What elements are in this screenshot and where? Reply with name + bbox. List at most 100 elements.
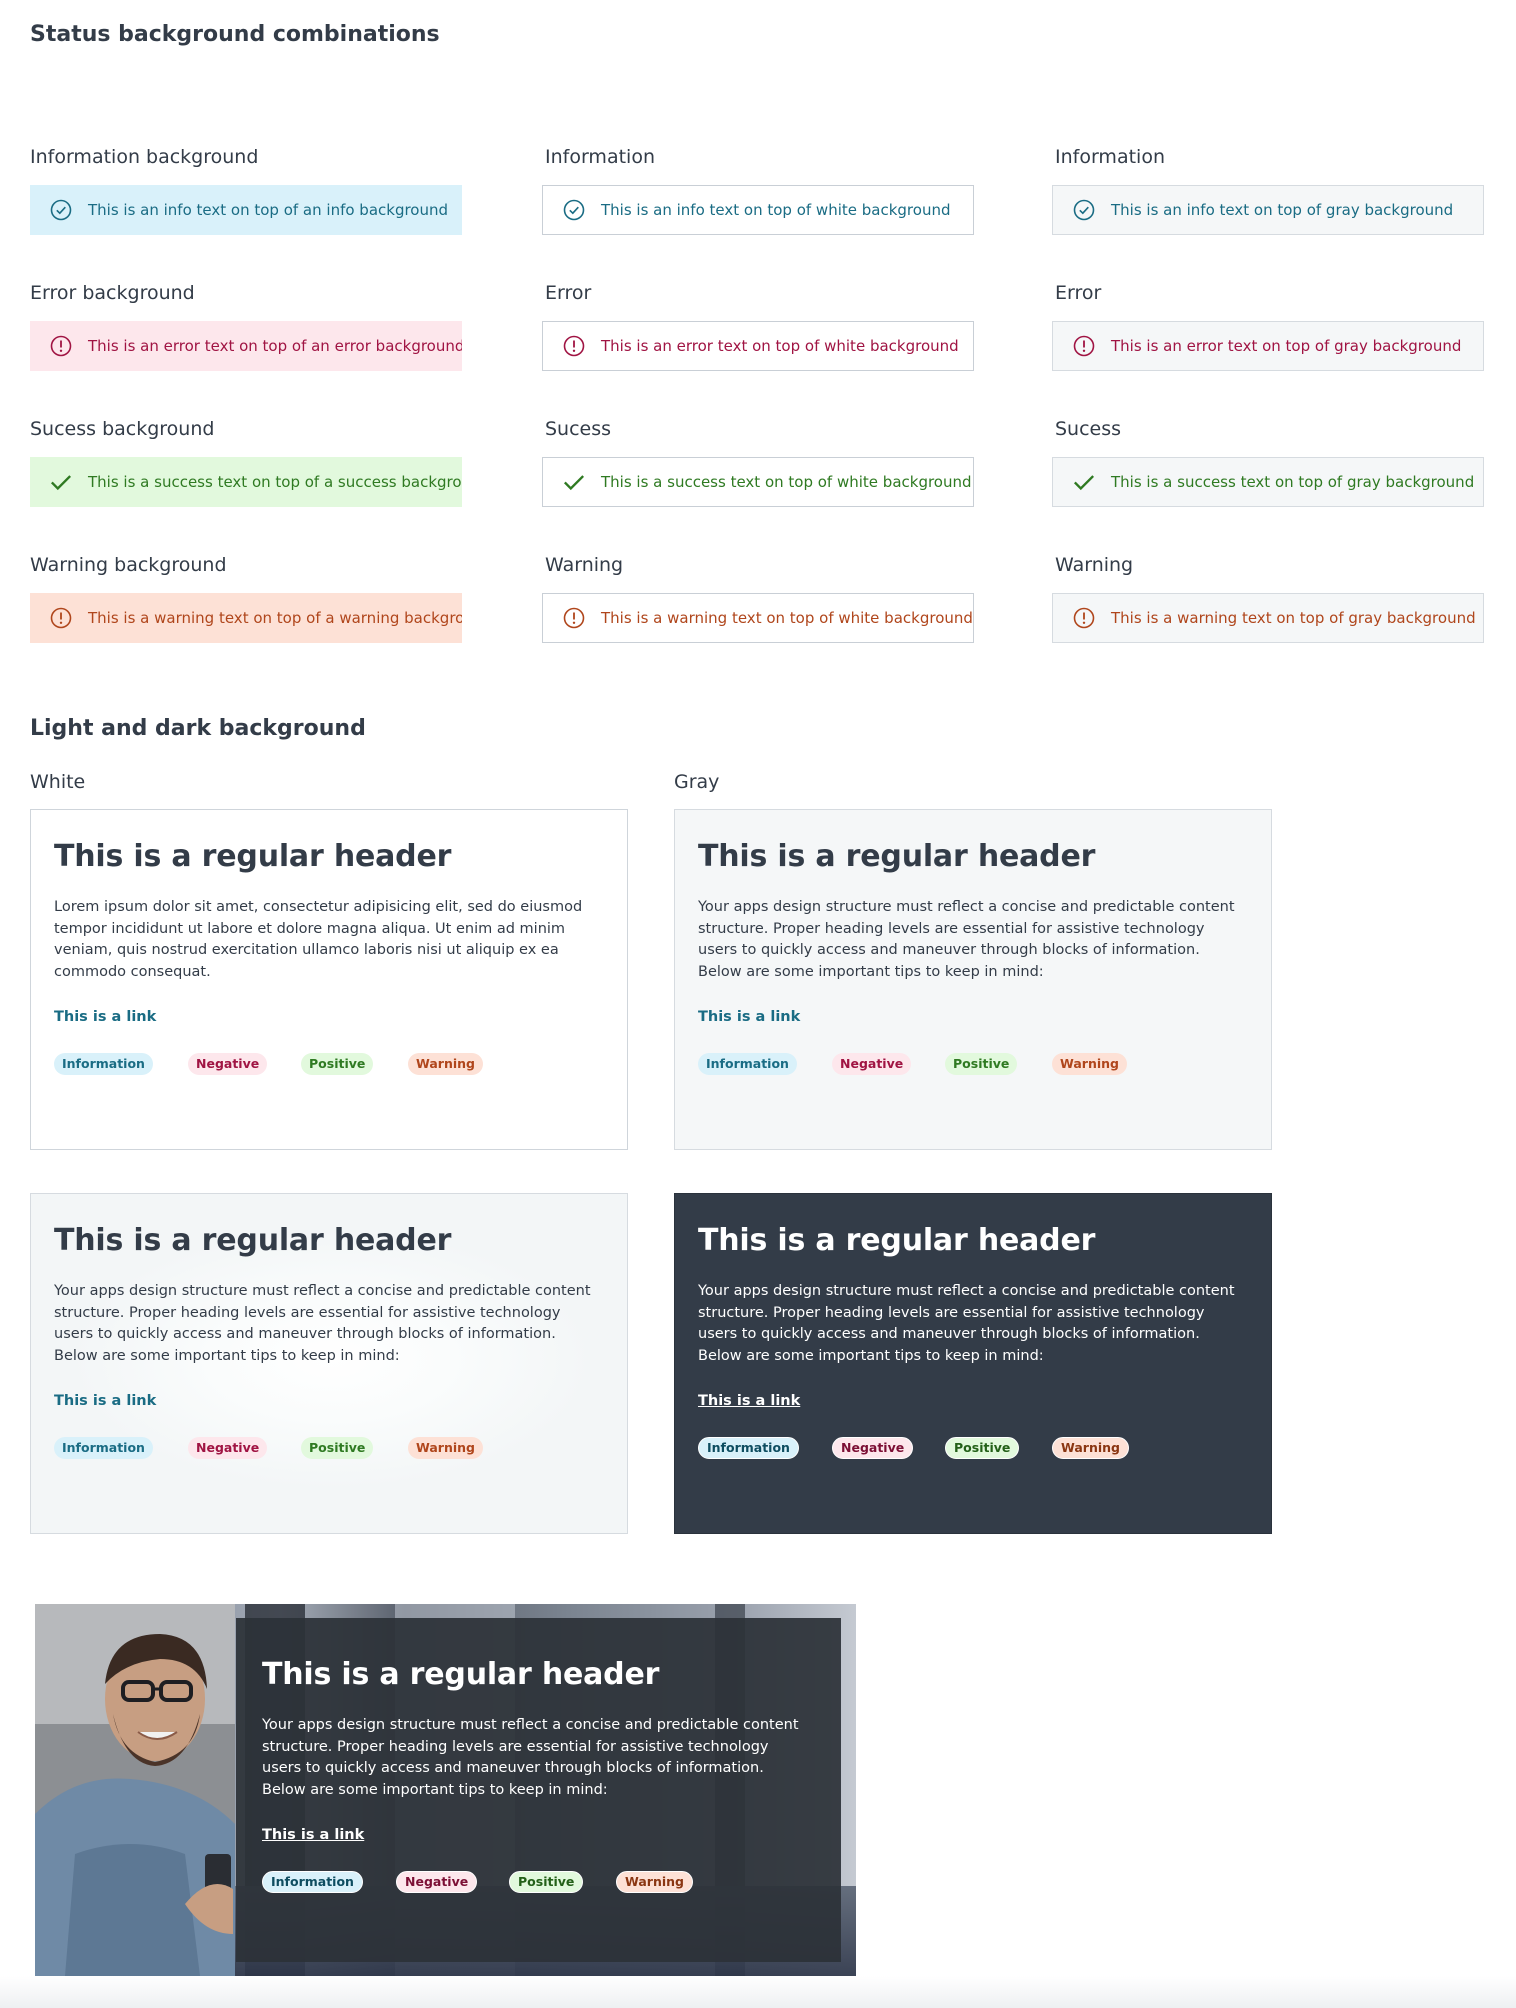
- alert-info-on-info: This is an info text on top of an info b…: [30, 185, 462, 235]
- alert-info-on-gray: This is an info text on top of gray back…: [1052, 185, 1484, 235]
- alert-text: This is a warning text on top of a warni…: [88, 609, 462, 627]
- checkmark-icon: [563, 471, 585, 493]
- tag-group: Information Negative Positive Warning: [54, 1437, 604, 1463]
- alert-text: This is an error text on top of white ba…: [601, 337, 959, 355]
- section-title-status: Status background combinations: [30, 22, 440, 47]
- tag-warning: Warning: [1052, 1437, 1129, 1459]
- label-warning-background: Warning background: [30, 554, 227, 576]
- label-error-gray: Error: [1055, 282, 1102, 304]
- alert-success-on-success: This is a success text on top of a succe…: [30, 457, 462, 507]
- alert-text: This is a warning text on top of gray ba…: [1111, 609, 1476, 627]
- exclamation-circle-icon: [50, 607, 72, 629]
- tag-group: Information Negative Positive Warning: [698, 1437, 1248, 1463]
- card-link[interactable]: This is a link: [54, 1393, 156, 1409]
- card-link[interactable]: This is a link: [698, 1393, 800, 1409]
- label-info-gray: Information: [1055, 146, 1165, 168]
- alert-text: This is an info text on top of an info b…: [88, 201, 449, 219]
- tag-information: Information: [54, 1437, 153, 1459]
- alert-success-on-gray: This is a success text on top of gray ba…: [1052, 457, 1484, 507]
- check-circle-icon: [50, 199, 72, 221]
- label-error-background: Error background: [30, 282, 195, 304]
- exclamation-circle-icon: [563, 335, 585, 357]
- tag-positive: Positive: [945, 1437, 1020, 1459]
- exclamation-circle-icon: [1073, 607, 1095, 629]
- tag-information: Information: [262, 1871, 363, 1893]
- alert-success-on-white: This is a success text on top of white b…: [542, 457, 974, 507]
- alert-info-on-white: This is an info text on top of white bac…: [542, 185, 974, 235]
- label-success-gray: Sucess: [1055, 418, 1122, 440]
- tag-positive: Positive: [945, 1053, 1018, 1075]
- tag-negative: Negative: [188, 1437, 268, 1459]
- tag-negative: Negative: [832, 1437, 914, 1459]
- card-white: This is a regular header Lorem ipsum dol…: [30, 809, 628, 1150]
- alert-warning-on-warning: This is a warning text on top of a warni…: [30, 593, 462, 643]
- label-info-white: Information: [545, 146, 655, 168]
- alert-text: This is a success text on top of white b…: [601, 473, 972, 491]
- alert-text: This is an error text on top of an error…: [88, 337, 462, 355]
- exclamation-circle-icon: [563, 607, 585, 629]
- alert-text: This is an error text on top of gray bac…: [1111, 337, 1462, 355]
- card-dark: This is a regular header Your apps desig…: [674, 1193, 1272, 1534]
- tag-positive: Positive: [301, 1053, 374, 1075]
- tag-warning: Warning: [1052, 1053, 1127, 1075]
- tag-positive: Positive: [301, 1437, 374, 1459]
- tag-negative: Negative: [396, 1871, 478, 1893]
- person-illustration-icon: [35, 1604, 235, 1976]
- card-header: This is a regular header: [698, 839, 1096, 874]
- label-warning-white: Warning: [545, 554, 624, 576]
- alert-text: This is a success text on top of gray ba…: [1111, 473, 1475, 491]
- card-body: Your apps design structure must reflect …: [698, 1283, 1235, 1364]
- tag-warning: Warning: [408, 1053, 483, 1075]
- card-header: This is a regular header: [54, 1223, 452, 1258]
- exclamation-circle-icon: [50, 335, 72, 357]
- tag-group: Information Negative Positive Warning: [262, 1871, 815, 1897]
- tag-positive: Positive: [509, 1871, 584, 1893]
- tag-group: Information Negative Positive Warning: [698, 1053, 1248, 1079]
- exclamation-circle-icon: [1073, 335, 1095, 357]
- label-success-background: Sucess background: [30, 418, 215, 440]
- card-link[interactable]: This is a link: [54, 1009, 156, 1025]
- page-bottom-edge: [0, 1976, 1516, 2008]
- alert-error-on-error: This is an error text on top of an error…: [30, 321, 462, 371]
- check-circle-icon: [563, 199, 585, 221]
- tag-negative: Negative: [832, 1053, 912, 1075]
- label-gray: Gray: [674, 771, 720, 793]
- card-light-gradient: This is a regular header Your apps desig…: [30, 1193, 628, 1534]
- alert-error-on-gray: This is an error text on top of gray bac…: [1052, 321, 1484, 371]
- section-title-light-dark: Light and dark background: [30, 716, 366, 741]
- alert-warning-on-gray: This is a warning text on top of gray ba…: [1052, 593, 1484, 643]
- card-gray: This is a regular header Your apps desig…: [674, 809, 1272, 1150]
- label-error-white: Error: [545, 282, 592, 304]
- card-header: This is a regular header: [262, 1657, 660, 1692]
- alert-text: This is an info text on top of white bac…: [601, 201, 951, 219]
- label-success-white: Sucess: [545, 418, 612, 440]
- card-link[interactable]: This is a link: [698, 1009, 800, 1025]
- check-circle-icon: [1073, 199, 1095, 221]
- tag-warning: Warning: [616, 1871, 693, 1893]
- alert-text: This is a warning text on top of white b…: [601, 609, 973, 627]
- alert-error-on-white: This is an error text on top of white ba…: [542, 321, 974, 371]
- tag-information: Information: [54, 1053, 153, 1075]
- checkmark-icon: [50, 471, 72, 493]
- tag-information: Information: [698, 1053, 797, 1075]
- alert-text: This is a success text on top of a succe…: [88, 473, 462, 491]
- label-info-background: Information background: [30, 146, 259, 168]
- label-warning-gray: Warning: [1055, 554, 1134, 576]
- alert-warning-on-white: This is a warning text on top of white b…: [542, 593, 974, 643]
- tag-information: Information: [698, 1437, 799, 1459]
- card-body: Your apps design structure must reflect …: [262, 1717, 799, 1798]
- alert-text: This is an info text on top of gray back…: [1111, 201, 1454, 219]
- card-link[interactable]: This is a link: [262, 1827, 364, 1843]
- hero-photo: This is a regular header Your apps desig…: [35, 1604, 856, 1976]
- tag-warning: Warning: [408, 1437, 483, 1459]
- card-body: Your apps design structure must reflect …: [698, 899, 1235, 980]
- card-header: This is a regular header: [54, 839, 452, 874]
- card-body: Your apps design structure must reflect …: [54, 1283, 591, 1364]
- photo-overlay-panel: This is a regular header Your apps desig…: [236, 1618, 841, 1962]
- card-header: This is a regular header: [698, 1223, 1096, 1258]
- label-white: White: [30, 771, 86, 793]
- tag-negative: Negative: [188, 1053, 268, 1075]
- checkmark-icon: [1073, 471, 1095, 493]
- tag-group: Information Negative Positive Warning: [54, 1053, 604, 1079]
- card-body: Lorem ipsum dolor sit amet, consectetur …: [54, 899, 583, 980]
